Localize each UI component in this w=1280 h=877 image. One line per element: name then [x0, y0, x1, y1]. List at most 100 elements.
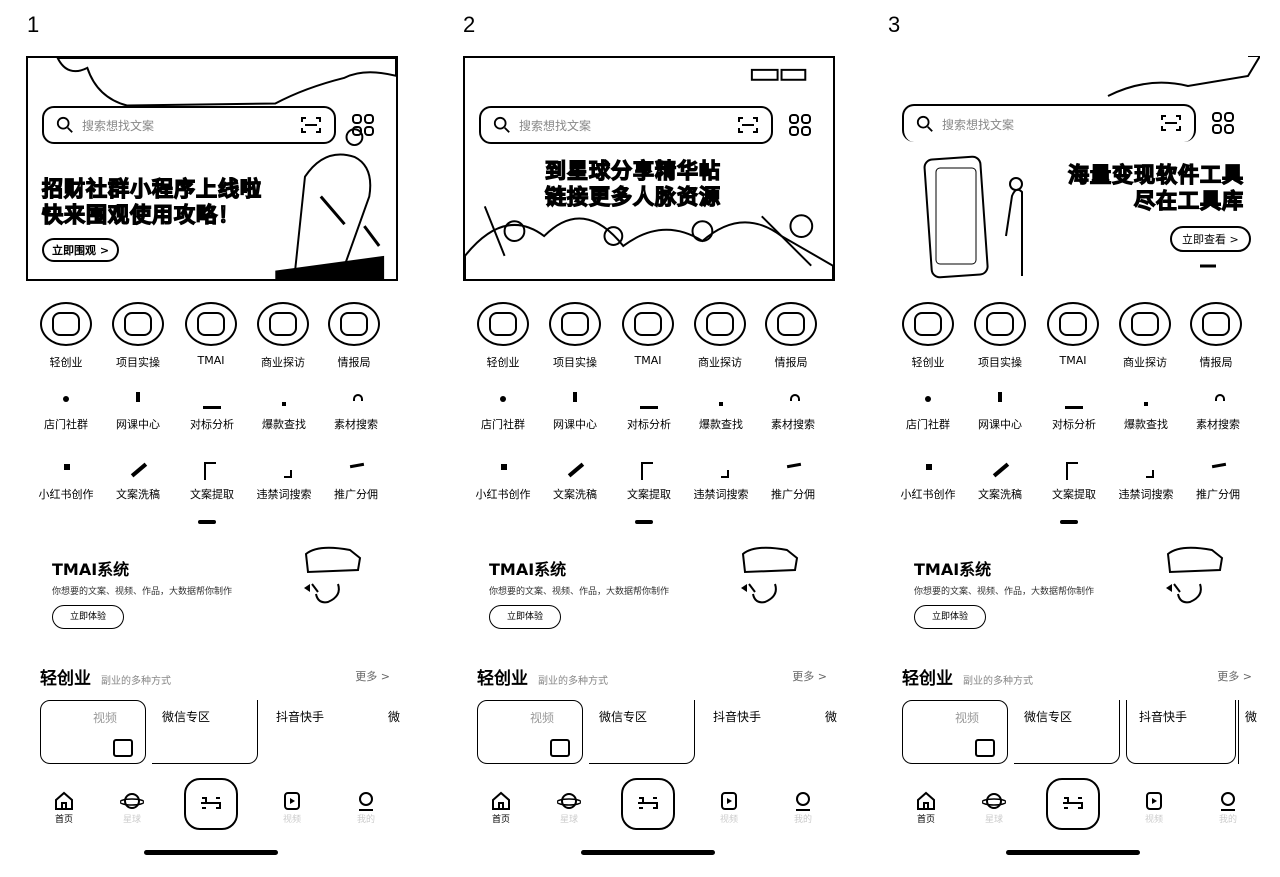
- scan-center-button[interactable]: [184, 778, 238, 830]
- card-item[interactable]: 微信专区: [589, 700, 695, 764]
- category-item[interactable]: TMAI: [179, 302, 243, 367]
- tool-item[interactable]: 推广分佣: [320, 460, 392, 502]
- tool-item[interactable]: 店门社群: [30, 390, 102, 432]
- tab-mine[interactable]: 我的: [1208, 790, 1248, 825]
- tool-item[interactable]: 素材搜索: [320, 390, 392, 432]
- more-link[interactable]: 更多 >: [355, 668, 390, 684]
- tool-label: 素材搜索: [771, 418, 815, 431]
- card-item[interactable]: 抖音快手: [701, 700, 811, 764]
- tool-item[interactable]: 文案洗稿: [964, 460, 1036, 502]
- tool-item[interactable]: 网课中心: [539, 390, 611, 432]
- tool-item[interactable]: 网课中心: [102, 390, 174, 432]
- tool-item[interactable]: 小红书创作: [30, 460, 102, 502]
- grid-menu-icon[interactable]: [1212, 112, 1234, 134]
- card-item[interactable]: 抖音快手: [264, 700, 374, 764]
- tab-label: 首页: [54, 815, 73, 825]
- more-link[interactable]: 更多 >: [1217, 668, 1252, 684]
- category-item[interactable]: 轻创业: [34, 302, 98, 370]
- category-item[interactable]: 情报局: [1184, 302, 1248, 370]
- grid-menu-icon[interactable]: [789, 114, 811, 136]
- page-indicator: [198, 520, 216, 524]
- category-item[interactable]: 轻创业: [896, 302, 960, 370]
- tab-video[interactable]: 视频: [709, 790, 749, 825]
- tool-item[interactable]: 对标分析: [613, 390, 685, 432]
- tab-planet[interactable]: 星球: [112, 790, 152, 825]
- tab-home[interactable]: 首页: [906, 790, 946, 825]
- promo-banner[interactable]: 搜索想找文案 海量变现软件工具 尽在工具库 立即查看 >: [888, 56, 1260, 281]
- promo-banner[interactable]: 搜索想找文案 到星球分享精华帖 链接更多人脉资源: [463, 56, 835, 281]
- tool-item[interactable]: 违禁词搜索: [1110, 460, 1182, 502]
- tool-item[interactable]: 店门社群: [467, 390, 539, 432]
- tool-item[interactable]: 爆款查找: [685, 390, 757, 432]
- scan-icon[interactable]: [1160, 114, 1182, 132]
- category-item[interactable]: 商业探访: [688, 302, 752, 370]
- tool-item[interactable]: 店门社群: [892, 390, 964, 432]
- tmai-button[interactable]: 立即体验: [52, 605, 124, 629]
- promo-banner[interactable]: 搜索想找文案 招财社群小程序上线啦 快来围观使用攻略！ 立即围观 >: [26, 56, 398, 281]
- tool-icon: [685, 390, 757, 410]
- search-bar[interactable]: 搜索想找文案: [902, 104, 1196, 142]
- tool-item[interactable]: 文案提取: [613, 460, 685, 502]
- tool-item[interactable]: 对标分析: [1038, 390, 1110, 432]
- card-item[interactable]: 微信专区: [1014, 700, 1120, 764]
- tab-home[interactable]: 首页: [481, 790, 521, 825]
- card-item[interactable]: 视频: [477, 700, 583, 764]
- tab-mine[interactable]: 我的: [346, 790, 386, 825]
- category-item[interactable]: TMAI: [1041, 302, 1105, 367]
- tool-item[interactable]: 违禁词搜索: [248, 460, 320, 502]
- scan-icon[interactable]: [737, 116, 759, 134]
- category-item[interactable]: 项目实操: [968, 302, 1032, 370]
- tmai-button[interactable]: 立即体验: [914, 605, 986, 629]
- tool-icon: [539, 390, 611, 410]
- tab-planet[interactable]: 星球: [549, 790, 589, 825]
- tool-item[interactable]: 违禁词搜索: [685, 460, 757, 502]
- tab-planet[interactable]: 星球: [974, 790, 1014, 825]
- tmai-card[interactable]: TMAI系统 你想要的文案、视频、作品，大数据帮你制作 立即体验: [914, 556, 1094, 629]
- category-item[interactable]: TMAI: [616, 302, 680, 367]
- tool-item[interactable]: 文案提取: [1038, 460, 1110, 502]
- category-item[interactable]: 项目实操: [543, 302, 607, 370]
- card-item[interactable]: 视频: [902, 700, 1008, 764]
- banner-button[interactable]: 立即围观 >: [42, 238, 120, 262]
- search-bar[interactable]: 搜索想找文案: [479, 106, 773, 144]
- tool-item[interactable]: 素材搜索: [1182, 390, 1254, 432]
- tool-item[interactable]: 推广分佣: [757, 460, 829, 502]
- tool-item[interactable]: 文案洗稿: [539, 460, 611, 502]
- tool-item[interactable]: 爆款查找: [248, 390, 320, 432]
- card-item[interactable]: 微信专区: [152, 700, 258, 764]
- tab-mine[interactable]: 我的: [783, 790, 823, 825]
- tool-item[interactable]: 网课中心: [964, 390, 1036, 432]
- tool-item[interactable]: 对标分析: [176, 390, 248, 432]
- card-item[interactable]: 微: [1238, 700, 1262, 764]
- banner-button[interactable]: 立即查看 >: [1170, 226, 1251, 252]
- category-item[interactable]: 情报局: [759, 302, 823, 370]
- tab-video[interactable]: 视频: [272, 790, 312, 825]
- tmai-button[interactable]: 立即体验: [489, 605, 561, 629]
- category-item[interactable]: 商业探访: [251, 302, 315, 370]
- tool-item[interactable]: 小红书创作: [467, 460, 539, 502]
- card-item[interactable]: 视频: [40, 700, 146, 764]
- more-link[interactable]: 更多 >: [792, 668, 827, 684]
- scan-icon[interactable]: [300, 116, 322, 134]
- tmai-card[interactable]: TMAI系统 你想要的文案、视频、作品，大数据帮你制作 立即体验: [489, 556, 669, 629]
- tab-home[interactable]: 首页: [44, 790, 84, 825]
- tool-item[interactable]: 推广分佣: [1182, 460, 1254, 502]
- category-item[interactable]: 项目实操: [106, 302, 170, 370]
- search-bar[interactable]: 搜索想找文案: [42, 106, 336, 144]
- tool-item[interactable]: 文案提取: [176, 460, 248, 502]
- card-item[interactable]: 微: [376, 700, 400, 764]
- tool-item[interactable]: 文案洗稿: [102, 460, 174, 502]
- category-item[interactable]: 商业探访: [1113, 302, 1177, 370]
- card-item[interactable]: 微: [813, 700, 837, 764]
- category-item[interactable]: 情报局: [322, 302, 386, 370]
- tmai-card[interactable]: TMAI系统 你想要的文案、视频、作品，大数据帮你制作 立即体验: [52, 556, 232, 629]
- scan-center-button[interactable]: [621, 778, 675, 830]
- scan-center-button[interactable]: [1046, 778, 1100, 830]
- tool-item[interactable]: 爆款查找: [1110, 390, 1182, 432]
- category-item[interactable]: 轻创业: [471, 302, 535, 370]
- tab-video[interactable]: 视频: [1134, 790, 1174, 825]
- tool-item[interactable]: 小红书创作: [892, 460, 964, 502]
- card-item[interactable]: 抖音快手: [1126, 700, 1236, 764]
- grid-menu-icon[interactable]: [352, 114, 374, 136]
- tool-item[interactable]: 素材搜索: [757, 390, 829, 432]
